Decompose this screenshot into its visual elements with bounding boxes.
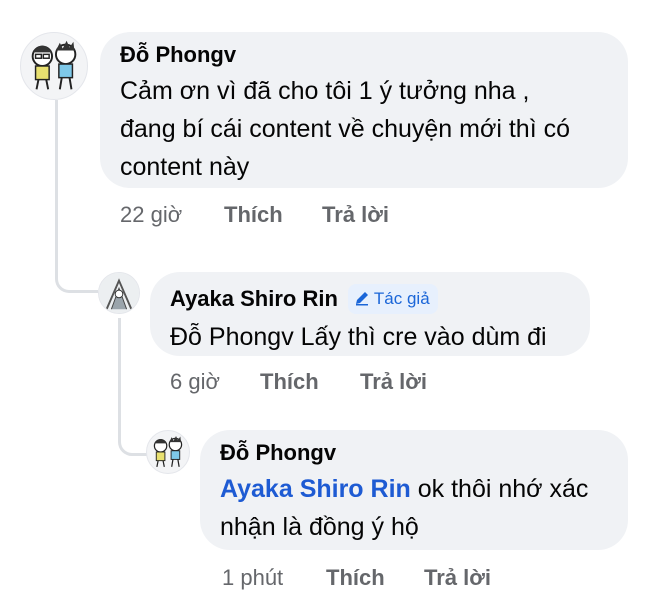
comment-text-line: Cảm ơn vì đã cho tôi 1 ý tưởng nha , [120,77,530,105]
mention-link[interactable]: Ayaka Shiro Rin [220,475,411,503]
thread-line-level-1 [55,100,98,293]
comment-text-line: đang bí cái content về chuyện mới thì có [120,115,570,143]
reply-button[interactable]: Trả lời [360,369,427,395]
comment-bubble-2: Ayaka Shiro Rin Tác giả Đỗ Phongv Lấy thì… [150,272,590,356]
avatar-cartoon-icon [31,40,77,90]
author-badge: Tác giả [347,284,438,314]
comment-text: Cảm ơn vì đã cho tôi 1 ý tưởng nha , đan… [120,72,608,186]
comment-timestamp[interactable]: 22 giờ [120,202,224,228]
comment-author-line: Ayaka Shiro Rin Tác giả [170,284,570,314]
like-button[interactable]: Thích [260,369,360,395]
pencil-icon [355,292,368,306]
reply-button[interactable]: Trả lời [424,565,491,591]
comment-actions-3: 1 phút Thích Trả lời [222,565,491,591]
comment-text-line: nhận là đồng ý hộ [220,513,419,541]
comment-actions-1: 22 giờ Thích Trả lời [120,202,389,228]
comment-bubble-3: Đỗ Phongv Ayaka Shiro Rin ok thôi nhớ xá… [200,430,628,550]
avatar-ayaka-shiro-rin[interactable] [98,272,140,314]
comment-author[interactable]: Đỗ Phongv [120,42,608,68]
comment-text-line: Ayaka Shiro Rin ok thôi nhớ xác [220,470,608,508]
author-badge-label: Tác giả [373,289,430,308]
avatar-cartoon-icon [153,435,183,467]
comment-text-line: content này [120,153,250,181]
comment-text: Đỗ Phongv Lấy thì cre vào dùm đi [170,323,547,351]
comment-author[interactable]: Đỗ Phongv [220,440,608,466]
avatar-sketch-icon [99,273,139,313]
avatar-do-phongv[interactable] [146,430,190,474]
comment-text: Ayaka Shiro Rin ok thôi nhớ xác nhận là … [220,470,608,546]
comment-actions-2: 6 giờ Thích Trả lời [170,369,427,395]
comment-timestamp[interactable]: 6 giờ [170,369,260,395]
like-button[interactable]: Thích [224,202,322,228]
comment-bubble-1: Đỗ Phongv Cảm ơn vì đã cho tôi 1 ý tưởng… [100,32,628,188]
comment-text-fragment: ok thôi nhớ xác [410,475,589,503]
reply-button[interactable]: Trả lời [322,202,389,228]
thread-line-level-2 [118,318,147,456]
avatar-do-phongv[interactable] [20,32,88,100]
comment-author[interactable]: Ayaka Shiro Rin [170,286,338,311]
comment-timestamp[interactable]: 1 phút [222,565,326,591]
like-button[interactable]: Thích [326,565,424,591]
